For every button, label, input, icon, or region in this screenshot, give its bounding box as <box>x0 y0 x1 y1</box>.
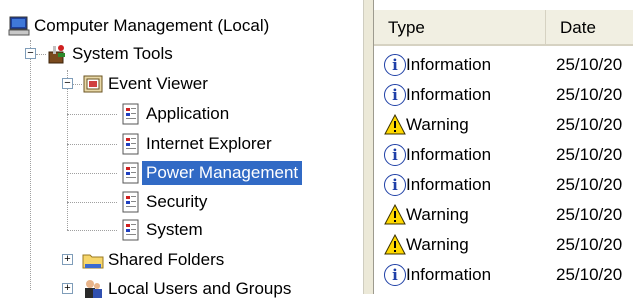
tree-label: Shared Folders <box>108 250 225 269</box>
warning-icon <box>384 114 406 135</box>
column-header-date[interactable]: Date <box>546 10 633 44</box>
log-icon <box>120 191 142 213</box>
tree-item-security[interactable]: Security <box>120 188 211 216</box>
tree-item-internet-explorer[interactable]: Internet Explorer <box>120 130 276 158</box>
tree-item-power-management[interactable]: Power Management <box>120 159 303 187</box>
event-type: Information <box>406 265 492 284</box>
pane-splitter[interactable] <box>363 0 374 294</box>
tree-guide-line <box>67 70 69 230</box>
table-row[interactable]: Warning 25/10/20 <box>374 200 633 230</box>
expand-icon[interactable]: + <box>62 283 73 294</box>
tree-label: System Tools <box>72 44 173 63</box>
event-date: 25/10/20 <box>556 265 623 284</box>
folder-icon <box>82 249 104 271</box>
warning-icon <box>384 234 406 255</box>
event-type: Information <box>406 145 492 164</box>
event-date: 25/10/20 <box>556 145 623 164</box>
table-row[interactable]: Warning 25/10/20 <box>374 230 633 260</box>
toolbox-icon <box>46 43 68 65</box>
log-icon <box>120 133 142 155</box>
tree-label: Internet Explorer <box>146 134 272 153</box>
table-row[interactable]: Warning 25/10/20 <box>374 110 633 140</box>
event-list: Type Date i Information 25/10/20 i Informa… <box>374 0 633 294</box>
tree-guide-line <box>30 40 32 290</box>
tree-guide-line <box>67 144 117 146</box>
tree-item-system[interactable]: System <box>120 216 207 244</box>
event-date: 25/10/20 <box>556 175 623 194</box>
table-row[interactable]: i Information 25/10/20 <box>374 50 633 80</box>
tree-guide-line <box>67 173 117 175</box>
tree-label: System <box>146 220 203 239</box>
table-row[interactable]: i Information 25/10/20 <box>374 140 633 170</box>
table-row[interactable]: i Information 25/10/20 <box>374 170 633 200</box>
event-date: 25/10/20 <box>556 115 623 134</box>
info-icon: i <box>384 174 406 196</box>
tree-guide-line <box>67 230 117 232</box>
event-type: Information <box>406 85 492 104</box>
table-row[interactable]: i Information 25/10/20 <box>374 80 633 110</box>
tree-guide-line <box>72 84 82 86</box>
event-type: Information <box>406 175 492 194</box>
tree-label: Computer Management (Local) <box>34 16 270 35</box>
tree-guide-line <box>36 54 46 56</box>
tree-item-computer-management[interactable]: Computer Management (Local) <box>8 12 273 40</box>
tree-item-system-tools[interactable]: System Tools <box>46 40 177 68</box>
log-icon <box>120 162 142 184</box>
tree-label: Local Users and Groups <box>108 279 292 298</box>
event-date: 25/10/20 <box>556 235 623 254</box>
event-date: 25/10/20 <box>556 85 623 104</box>
tree-item-shared-folders[interactable]: Shared Folders <box>82 246 228 274</box>
computer-icon <box>8 15 30 37</box>
column-header-type[interactable]: Type <box>374 10 546 44</box>
info-icon: i <box>384 144 406 166</box>
log-icon <box>120 103 142 125</box>
tree-label: Event Viewer <box>108 74 208 93</box>
warning-icon <box>384 204 406 225</box>
info-icon: i <box>384 54 406 76</box>
collapse-icon[interactable]: − <box>25 48 36 59</box>
tree-label: Application <box>146 104 230 123</box>
table-row[interactable]: i Information 25/10/20 <box>374 260 633 290</box>
expand-icon[interactable]: + <box>62 254 73 265</box>
console-tree: Computer Management (Local) − System Too… <box>0 0 363 298</box>
tree-item-application[interactable]: Application <box>120 100 233 128</box>
collapse-icon[interactable]: − <box>62 78 73 89</box>
tree-item-event-viewer[interactable]: Event Viewer <box>82 70 212 98</box>
tree-guide-line <box>67 202 117 204</box>
event-viewer-icon <box>82 73 104 95</box>
event-date: 25/10/20 <box>556 205 623 224</box>
event-type: Information <box>406 55 492 74</box>
users-icon <box>82 278 104 300</box>
info-icon: i <box>384 84 406 106</box>
info-icon: i <box>384 264 406 286</box>
event-type: Warning <box>406 235 469 254</box>
event-date: 25/10/20 <box>556 55 623 74</box>
tree-label-selected: Power Management <box>142 161 303 185</box>
tree-guide-line <box>67 114 117 116</box>
event-type: Warning <box>406 205 469 224</box>
tree-item-local-users-and-groups[interactable]: Local Users and Groups <box>82 275 295 303</box>
column-header-bar: Type Date <box>374 10 633 46</box>
tree-label: Security <box>146 192 208 211</box>
log-icon <box>120 219 142 241</box>
event-type: Warning <box>406 115 469 134</box>
